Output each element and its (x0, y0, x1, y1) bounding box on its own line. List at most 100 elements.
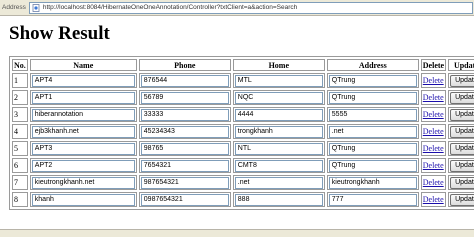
phone-cell: 33333 (138, 107, 231, 122)
address-input[interactable]: QTrung (328, 159, 417, 172)
update-cell: Update (448, 107, 474, 122)
home-input[interactable]: 4444 (234, 108, 323, 121)
name-input[interactable]: hiberannotation (31, 108, 135, 121)
name-input[interactable]: APT4 (31, 74, 135, 87)
row-number: 1 (12, 73, 28, 88)
home-input[interactable]: NTL (234, 142, 323, 155)
results-table: No. Name Phone Home Address Delete Updat… (9, 56, 474, 210)
update-button[interactable]: Update (450, 91, 474, 104)
update-cell: Update (448, 158, 474, 173)
delete-cell: Delete (420, 124, 447, 139)
address-cell: QTrung (326, 141, 419, 156)
update-button[interactable]: Update (450, 159, 474, 172)
page-title: Show Result (9, 23, 110, 44)
address-input[interactable]: .net (328, 125, 417, 138)
name-cell: APT1 (29, 90, 137, 105)
home-input[interactable]: trongkhanh (234, 125, 323, 138)
phone-input[interactable]: 33333 (140, 108, 229, 121)
row-number: 2 (12, 90, 28, 105)
update-cell: Update (448, 141, 474, 156)
name-input[interactable]: APT1 (31, 91, 135, 104)
row-number: 4 (12, 124, 28, 139)
table-row: 6 APT2 7654321 CMT8 QTrung Delete Update (12, 158, 474, 173)
address-input[interactable]: QTrung (328, 142, 417, 155)
home-input[interactable]: NQC (234, 91, 323, 104)
phone-input[interactable]: 0987654321 (140, 193, 229, 206)
address-input[interactable]: QTrung (328, 74, 417, 87)
phone-cell: 7654321 (138, 158, 231, 173)
row-number: 3 (12, 107, 28, 122)
delete-cell: Delete (420, 175, 447, 190)
home-input[interactable]: 888 (234, 193, 323, 206)
address-cell: .net (326, 124, 419, 139)
table-row: 5 APT3 98765 NTL QTrung Delete Update (12, 141, 474, 156)
status-bar (0, 229, 474, 237)
table-row: 4 ejb3khanh.net 45234343 trongkhanh .net… (12, 124, 474, 139)
name-input[interactable]: APT2 (31, 159, 135, 172)
address-cell: 777 (326, 192, 419, 207)
phone-cell: 98765 (138, 141, 231, 156)
header-phone: Phone (138, 59, 231, 71)
update-button[interactable]: Update (450, 125, 474, 138)
home-cell: CMT8 (232, 158, 325, 173)
name-input[interactable]: khanh (31, 193, 135, 206)
row-number: 5 (12, 141, 28, 156)
table-row: 3 hiberannotation 33333 4444 5555 Delete… (12, 107, 474, 122)
home-cell: 4444 (232, 107, 325, 122)
table-row: 2 APT1 56789 NQC QTrung Delete Update (12, 90, 474, 105)
phone-input[interactable]: 98765 (140, 142, 229, 155)
delete-link[interactable]: Delete (423, 144, 444, 153)
delete-link[interactable]: Delete (423, 178, 444, 187)
address-input[interactable]: QTrung (328, 91, 417, 104)
home-cell: .net (232, 175, 325, 190)
address-input[interactable]: 5555 (328, 108, 417, 121)
address-cell: QTrung (326, 73, 419, 88)
delete-cell: Delete (420, 141, 447, 156)
update-cell: Update (448, 124, 474, 139)
phone-input[interactable]: 56789 (140, 91, 229, 104)
home-input[interactable]: MTL (234, 74, 323, 87)
url-text: http://localhost:8084/HibernateOneOneAnn… (42, 4, 298, 11)
update-button[interactable]: Update (450, 74, 474, 87)
phone-input[interactable]: 876544 (140, 74, 229, 87)
address-bar: Address http://localhost:8084/HibernateO… (0, 0, 474, 16)
delete-link[interactable]: Delete (423, 195, 444, 204)
home-input[interactable]: .net (234, 176, 323, 189)
phone-input[interactable]: 987654321 (140, 176, 229, 189)
phone-input[interactable]: 45234343 (140, 125, 229, 138)
phone-cell: 987654321 (138, 175, 231, 190)
delete-link[interactable]: Delete (423, 110, 444, 119)
name-input[interactable]: ejb3khanh.net (31, 125, 135, 138)
name-cell: ejb3khanh.net (29, 124, 137, 139)
address-input[interactable]: 777 (328, 193, 417, 206)
phone-cell: 56789 (138, 90, 231, 105)
phone-cell: 45234343 (138, 124, 231, 139)
home-cell: trongkhanh (232, 124, 325, 139)
phone-cell: 0987654321 (138, 192, 231, 207)
address-input[interactable]: kieutrongkhanh (328, 176, 417, 189)
home-input[interactable]: CMT8 (234, 159, 323, 172)
header-address: Address (326, 59, 419, 71)
update-button[interactable]: Update (450, 193, 474, 206)
update-button[interactable]: Update (450, 176, 474, 189)
update-button[interactable]: Update (450, 108, 474, 121)
phone-input[interactable]: 7654321 (140, 159, 229, 172)
address-cell: QTrung (326, 90, 419, 105)
delete-cell: Delete (420, 73, 447, 88)
delete-link[interactable]: Delete (423, 161, 444, 170)
name-input[interactable]: APT3 (31, 142, 135, 155)
name-input[interactable]: kieutrongkhanh.net (31, 176, 135, 189)
delete-link[interactable]: Delete (423, 127, 444, 136)
address-cell: 5555 (326, 107, 419, 122)
delete-link[interactable]: Delete (423, 93, 444, 102)
update-cell: Update (448, 73, 474, 88)
page-icon (32, 3, 40, 12)
home-cell: MTL (232, 73, 325, 88)
row-number: 6 (12, 158, 28, 173)
home-cell: 888 (232, 192, 325, 207)
url-input[interactable]: http://localhost:8084/HibernateOneOneAnn… (28, 1, 473, 14)
header-no: No. (12, 59, 28, 71)
update-button[interactable]: Update (450, 142, 474, 155)
delete-link[interactable]: Delete (423, 76, 444, 85)
address-cell: QTrung (326, 158, 419, 173)
